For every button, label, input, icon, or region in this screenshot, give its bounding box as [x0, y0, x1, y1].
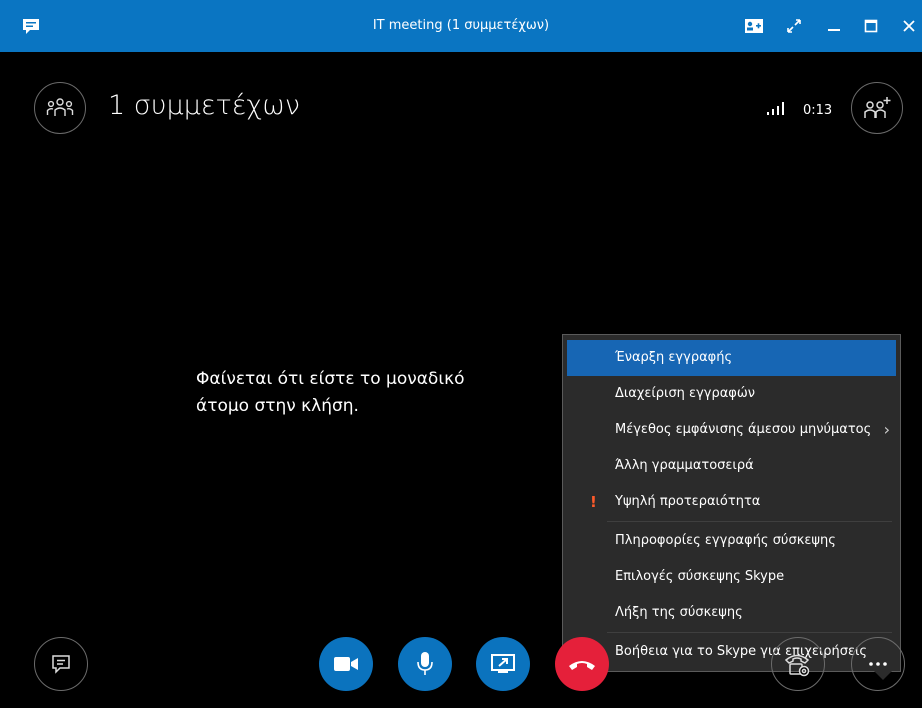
menu-item-label: Πληροφορίες εγγραφής σύσκεψης	[615, 533, 836, 548]
add-people-icon	[864, 97, 891, 118]
menu-item-manage-recordings[interactable]: Διαχείριση εγγραφών	[563, 376, 900, 412]
menu-item-label: Βοήθεια για το Skype για επιχειρήσεις	[615, 644, 868, 659]
menu-item-label: Διαχείριση εγγραφών	[615, 386, 756, 401]
title-bar: IT meeting (1 συμμετέχων)	[0, 0, 922, 52]
menu-item-start-recording[interactable]: Έναρξη εγγραφής	[567, 340, 896, 376]
call-controls-icon	[784, 654, 810, 677]
minimize-icon	[828, 29, 840, 31]
minimize-button[interactable]	[818, 12, 850, 40]
menu-item-label: Έναρξη εγγραφής	[615, 350, 733, 365]
menu-item-label: Επιλογές σύσκεψης Skype	[615, 569, 785, 584]
hang-up-button[interactable]	[555, 637, 609, 691]
chevron-right-icon: ›	[883, 420, 890, 439]
microphone-button[interactable]	[398, 637, 452, 691]
contact-card-icon	[745, 19, 763, 33]
more-options-icon	[869, 662, 887, 666]
contact-card-button[interactable]	[738, 12, 770, 40]
maximize-button[interactable]	[855, 12, 887, 40]
menu-item-label: Λήξη της σύσκεψης	[615, 605, 743, 620]
maximize-icon	[864, 19, 878, 33]
menu-item-meeting-entry-info[interactable]: Πληροφορίες εγγραφής σύσκεψης	[563, 523, 900, 559]
close-button[interactable]	[893, 12, 922, 40]
video-button[interactable]	[319, 637, 373, 691]
menu-divider	[607, 632, 892, 633]
call-timer: 0:13	[803, 103, 833, 118]
add-participants-button[interactable]	[851, 82, 903, 134]
more-options-button[interactable]	[851, 637, 905, 691]
message-line-2: άτομο στην κλήση.	[196, 396, 359, 416]
chat-icon	[52, 655, 70, 674]
more-options-menu: Έναρξη εγγραφής Διαχείριση εγγραφών Μέγε…	[562, 334, 901, 680]
exclamation-icon: !	[590, 493, 597, 511]
call-stage: 1 συμμετέχων 0:13 Φαίνεται ότι είστε το …	[0, 52, 922, 708]
chat-button[interactable]	[34, 637, 88, 691]
menu-item-high-priority[interactable]: ! Υψηλή προτεραιότητα	[563, 484, 900, 520]
participants-button[interactable]	[34, 82, 86, 134]
menu-item-change-font[interactable]: Άλλη γραμματοσειρά	[563, 448, 900, 484]
close-icon	[903, 20, 915, 32]
menu-item-im-display-size[interactable]: Μέγεθος εμφάνισης άμεσου μηνύματος ›	[563, 412, 900, 448]
participants-count: 1 συμμετέχων	[108, 90, 300, 121]
menu-item-meeting-options[interactable]: Επιλογές σύσκεψης Skype	[563, 559, 900, 595]
hang-up-icon	[569, 661, 595, 670]
menu-item-label: Μέγεθος εμφάνισης άμεσου μηνύματος	[615, 422, 872, 437]
menu-item-help[interactable]: Βοήθεια για το Skype για επιχειρήσεις	[563, 634, 900, 670]
menu-divider	[607, 521, 892, 522]
alone-in-call-message: Φαίνεται ότι είστε το μοναδικό άτομο στη…	[196, 366, 465, 420]
share-content-button[interactable]	[476, 637, 530, 691]
expand-icon	[787, 19, 801, 33]
call-controls-button[interactable]	[771, 637, 825, 691]
message-line-1: Φαίνεται ότι είστε το μοναδικό	[196, 369, 465, 389]
menu-item-end-meeting[interactable]: Λήξη της σύσκεψης	[563, 595, 900, 631]
full-screen-button[interactable]	[778, 12, 810, 40]
microphone-icon	[417, 652, 433, 675]
share-screen-icon	[491, 654, 515, 673]
menu-item-label: Υψηλή προτεραιότητα	[615, 494, 761, 509]
signal-strength-icon	[767, 102, 784, 115]
video-icon	[334, 657, 358, 671]
menu-item-label: Άλλη γραμματοσειρά	[615, 458, 754, 473]
participants-icon	[46, 98, 74, 116]
